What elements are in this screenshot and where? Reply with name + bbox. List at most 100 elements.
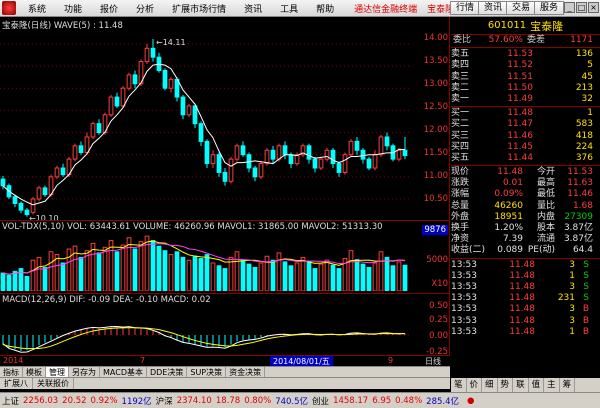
buy-row-cell: 买五 — [451, 152, 470, 163]
ma-line — [2, 63, 406, 206]
sell-row[interactable]: 卖三 11.51 45 — [451, 72, 600, 83]
stats-table: 现价 11.48 今开 11.53 涨跌 0.01 最高 11.63 涨幅 0.09% 最低 11.4… — [451, 167, 600, 257]
tab-indicator[interactable]: 指标 — [0, 366, 23, 378]
menu-tools[interactable]: 工具 — [271, 2, 307, 15]
tab-related[interactable]: 关联报价 — [33, 378, 74, 389]
sell-row-cell: 136 — [575, 49, 593, 60]
minimize-icon[interactable]: _ — [564, 2, 575, 13]
price-tick: 13.00 — [423, 79, 448, 89]
volume-bar — [402, 264, 408, 291]
stat-row-cell: 1.68 — [572, 200, 593, 211]
stat-row[interactable]: 外盘 18951 内盘 27309 — [451, 212, 600, 223]
cy-label[interactable]: 创业 — [310, 395, 331, 407]
sh-label[interactable]: 上证 — [0, 395, 21, 407]
menu-quote[interactable]: 报价 — [91, 2, 127, 15]
price-tick: 13.50 — [423, 56, 448, 66]
tab-dde[interactable]: DDE决策 — [147, 366, 188, 378]
candle-body — [0, 178, 6, 187]
stat-row[interactable]: 换手 1.20% 股本 3.87亿 — [451, 223, 600, 234]
candle-body — [126, 74, 132, 89]
tick-row[interactable]: 13:53 11.48 3 S — [451, 282, 600, 293]
tick-row[interactable]: 13:53 11.48 3 B — [451, 304, 600, 315]
tab-template[interactable]: 模板 — [23, 366, 46, 378]
kline-chart[interactable]: ←14.11←10.10 — [0, 31, 411, 231]
volume-bar — [162, 250, 168, 291]
volume-bar — [48, 251, 54, 291]
hs-amount: 740.5亿 — [275, 396, 309, 407]
volume-bar — [252, 266, 258, 291]
weicha-label: 委差 — [527, 35, 546, 45]
stat-row[interactable]: 现价 11.48 今开 11.53 — [451, 167, 600, 178]
vol-tick: 5000 — [426, 255, 448, 265]
stat-row[interactable]: 净资 7.39 流通 3.87亿 — [451, 234, 600, 245]
tick-row[interactable]: 13:53 11.48 3 S — [451, 260, 600, 271]
tick-row[interactable]: 13:53 11.48 3 B — [451, 316, 600, 327]
volume-bar — [168, 254, 174, 291]
tab-manage[interactable]: 管理 — [46, 366, 69, 378]
sell-row[interactable]: 卖二 11.50 213 — [451, 83, 600, 94]
menu-analysis[interactable]: 分析 — [127, 2, 163, 15]
rtab-trade[interactable]: 笔 — [451, 378, 467, 392]
rtab-chip[interactable]: 筹 — [560, 378, 576, 392]
maximize-icon[interactable]: □ — [576, 2, 587, 13]
stat-row[interactable]: 总量 46260 量比 1.68 — [451, 201, 600, 212]
weibi-row: 委比 57.60% 委差 1171 — [451, 35, 600, 46]
volume-bar — [132, 248, 138, 291]
hs-label[interactable]: 沪深 — [154, 395, 175, 407]
sell-row-cell: 32 — [581, 93, 593, 104]
tick-row[interactable]: 13:53 11.48 231 S — [451, 293, 600, 304]
tab-ext8[interactable]: 扩展八 — [0, 378, 33, 389]
tick-row[interactable]: 13:53 11.48 1 S — [451, 271, 600, 282]
btn-news[interactable]: 资讯 — [478, 1, 509, 15]
buy-book: 买一 11.48 1 买二 11.47 583 买三 11.46 418 买四 11.45 224 买五… — [451, 108, 600, 164]
high-label: ←14.11 — [156, 38, 186, 47]
stat-row-cell: 最高 — [536, 178, 555, 189]
tab-sup[interactable]: SUP决策 — [187, 366, 227, 378]
tab-save-as[interactable]: 另存为 — [69, 366, 100, 378]
buy-row-cell: 418 — [575, 130, 593, 141]
sell-row[interactable]: 卖四 11.52 5 — [451, 60, 600, 71]
volume-bar — [240, 259, 246, 291]
weibi-value: 57.60% — [488, 35, 523, 45]
close-icon[interactable]: × — [588, 2, 599, 13]
stat-row[interactable]: 涨幅 0.09% 最低 11.46 — [451, 189, 600, 200]
volume-bar — [306, 261, 312, 291]
menu-help[interactable]: 帮助 — [307, 2, 343, 15]
chart-area[interactable]: 宝泰隆(日线) WAVE(5) : 11.48 ←14.11 ←10.10 14.… — [0, 17, 450, 366]
menu-news[interactable]: 资讯 — [235, 2, 271, 15]
menu-system[interactable]: 系统 — [19, 2, 55, 15]
rtab-main[interactable]: 主 — [544, 378, 560, 392]
stat-row[interactable]: 涨跌 0.01 最高 11.63 — [451, 178, 600, 189]
rtab-detail[interactable]: 细 — [482, 378, 498, 392]
stat-row[interactable]: 收益(二) 0.089 PE(动) 64.4 — [451, 245, 600, 256]
volume-chart[interactable] — [0, 233, 411, 291]
tab-fund[interactable]: 资金决策 — [226, 366, 266, 378]
btn-trade[interactable]: 交易 — [506, 1, 537, 15]
tab-macd[interactable]: MACD基本 — [100, 366, 147, 378]
buy-row[interactable]: 买五 11.44 376 — [451, 153, 600, 164]
sell-row-cell: 卖四 — [451, 60, 470, 71]
stat-row-cell: 11.63 — [567, 178, 593, 189]
buy-row[interactable]: 买二 11.47 583 — [451, 119, 600, 130]
rtab-price[interactable]: 价 — [467, 378, 483, 392]
sell-row[interactable]: 卖五 11.53 136 — [451, 49, 600, 60]
stat-row-cell: 量比 — [536, 200, 555, 211]
candle-body — [78, 145, 84, 153]
btn-market[interactable]: 行情 — [450, 1, 481, 15]
buy-row[interactable]: 买一 11.48 1 — [451, 108, 600, 119]
tick-row-cell: 11.48 — [509, 281, 535, 292]
candle-body — [252, 167, 258, 178]
buy-row-cell: 买一 — [451, 108, 470, 119]
menu-ext-market[interactable]: 扩展市场行情 — [163, 2, 235, 15]
volume-bar — [12, 270, 18, 291]
menu-function[interactable]: 功能 — [55, 2, 91, 15]
tick-row[interactable]: 13:53 11.48 1 B — [451, 327, 600, 338]
rtab-trend[interactable]: 势 — [498, 378, 514, 392]
sell-row[interactable]: 卖一 11.49 32 — [451, 94, 600, 105]
macd-tick: 0.00 — [429, 331, 448, 341]
btn-service[interactable]: 服务 — [534, 1, 565, 15]
rtab-link[interactable]: 联 — [513, 378, 529, 392]
rtab-value[interactable]: 值 — [529, 378, 545, 392]
buy-row[interactable]: 买三 11.46 418 — [451, 131, 600, 142]
buy-row[interactable]: 买四 11.45 224 — [451, 142, 600, 153]
